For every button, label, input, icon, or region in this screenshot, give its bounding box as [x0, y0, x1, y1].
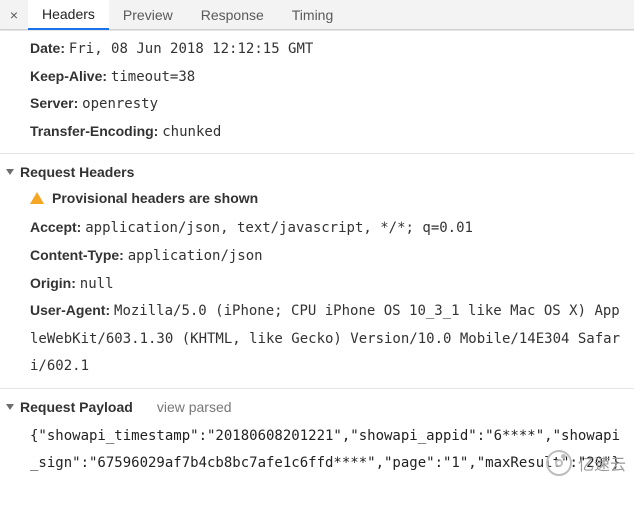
- header-value: application/json: [128, 248, 263, 264]
- close-icon[interactable]: ×: [4, 5, 24, 25]
- header-key: Keep-Alive:: [30, 68, 107, 84]
- tab-headers[interactable]: Headers: [28, 0, 109, 30]
- header-row: Server: openresty: [30, 90, 626, 118]
- tabs-bar: × Headers Preview Response Timing: [0, 0, 634, 30]
- header-key: User-Agent:: [30, 302, 110, 318]
- section-title: Request Payload: [20, 399, 133, 415]
- tab-label: Response: [201, 7, 264, 23]
- close-glyph: ×: [10, 7, 18, 23]
- warning-icon: [30, 192, 44, 204]
- header-row: Origin: null: [30, 270, 626, 298]
- header-row: Content-Type: application/json: [30, 242, 626, 270]
- header-value: chunked: [162, 124, 221, 140]
- tab-label: Preview: [123, 7, 173, 23]
- request-headers-section: Request Headers Provisional headers are …: [0, 153, 634, 388]
- header-row: User-Agent: Mozilla/5.0 (iPhone; CPU iPh…: [30, 297, 626, 380]
- tab-preview[interactable]: Preview: [109, 0, 187, 30]
- tab-label: Headers: [42, 6, 95, 22]
- header-value: application/json, text/javascript, */*; …: [85, 220, 473, 236]
- header-row: Transfer-Encoding: chunked: [30, 118, 626, 146]
- header-value: Mozilla/5.0 (iPhone; CPU iPhone OS 10_3_…: [30, 303, 620, 374]
- tab-timing[interactable]: Timing: [278, 0, 348, 30]
- header-key: Transfer-Encoding:: [30, 123, 158, 139]
- header-row: Accept: application/json, text/javascrip…: [30, 214, 626, 242]
- section-title: Request Headers: [20, 164, 134, 180]
- request-headers-toggle[interactable]: Request Headers: [0, 158, 634, 186]
- response-headers-list: Date: Fri, 08 Jun 2018 12:12:15 GMT Keep…: [0, 35, 634, 149]
- header-key: Server:: [30, 95, 78, 111]
- request-payload-toggle[interactable]: Request Payload view parsed: [0, 393, 634, 421]
- header-key: Accept:: [30, 219, 81, 235]
- header-value: Fri, 08 Jun 2018 12:12:15 GMT: [69, 41, 313, 57]
- payload-body: {"showapi_timestamp":"20180608201221","s…: [0, 421, 634, 484]
- warning-text: Provisional headers are shown: [52, 190, 258, 206]
- header-key: Content-Type:: [30, 247, 124, 263]
- request-payload-section: Request Payload view parsed {"showapi_ti…: [0, 388, 634, 488]
- tab-label: Timing: [292, 7, 334, 23]
- chevron-down-icon: [6, 169, 14, 175]
- header-value: null: [80, 276, 114, 292]
- response-headers-section: Date: Fri, 08 Jun 2018 12:12:15 GMT Keep…: [0, 30, 634, 153]
- header-value: openresty: [82, 96, 158, 112]
- header-key: Origin:: [30, 275, 76, 291]
- tab-response[interactable]: Response: [187, 0, 278, 30]
- view-parsed-link[interactable]: view parsed: [157, 399, 232, 415]
- header-row: Keep-Alive: timeout=38: [30, 63, 626, 91]
- request-headers-list: Accept: application/json, text/javascrip…: [0, 214, 634, 384]
- provisional-warning: Provisional headers are shown: [0, 186, 634, 214]
- header-row: Date: Fri, 08 Jun 2018 12:12:15 GMT: [30, 35, 626, 63]
- header-key: Date:: [30, 40, 65, 56]
- header-value: timeout=38: [111, 69, 195, 85]
- chevron-down-icon: [6, 404, 14, 410]
